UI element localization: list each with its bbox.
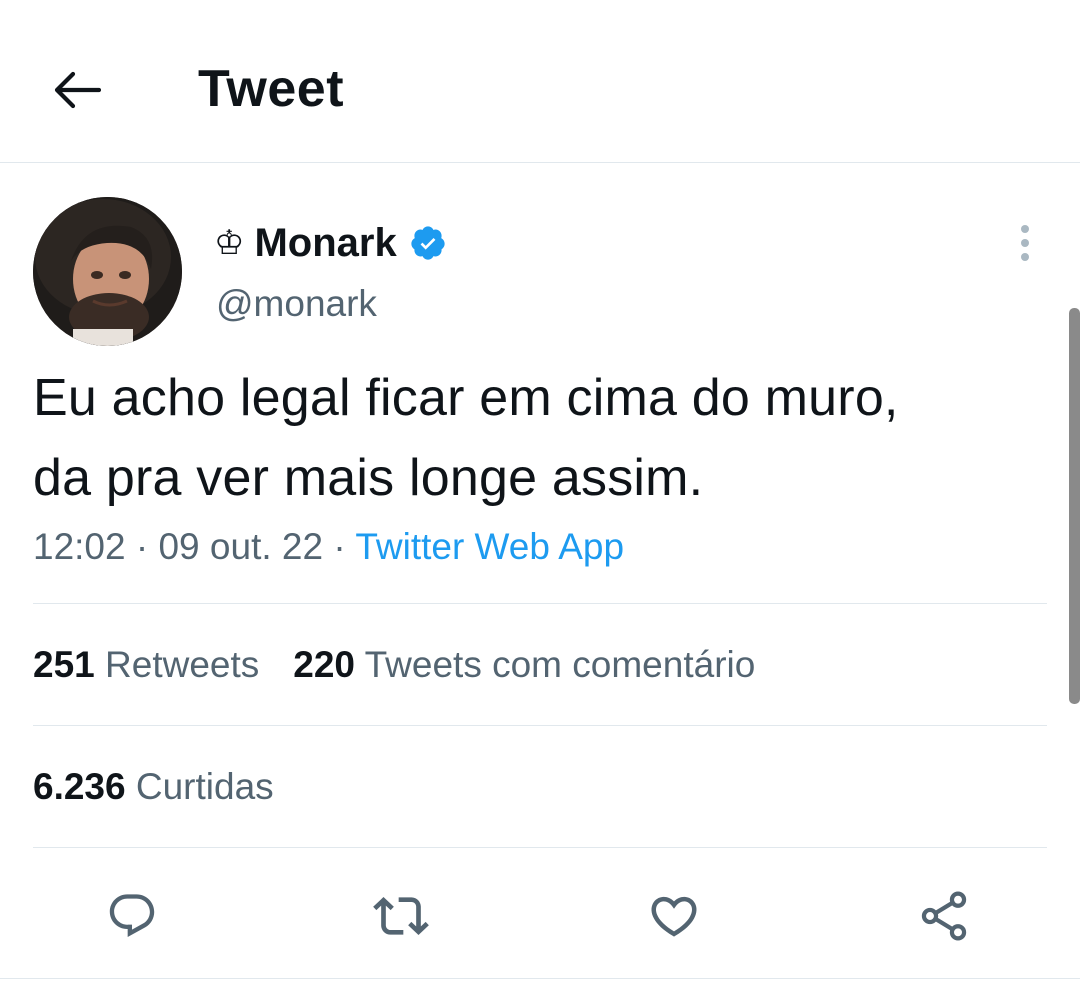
engagement-stats: 251 Retweets 220 Tweets com comentário (33, 640, 755, 690)
share-icon (921, 891, 967, 941)
tweet-text-line: da pra ver mais longe assim. (33, 449, 704, 507)
likes-count: 6.236 (33, 766, 126, 807)
tweet-metadata: 12:02 · 09 out. 22 · Twitter Web App (33, 522, 624, 572)
reply-icon (109, 894, 155, 938)
like-button[interactable] (644, 886, 704, 946)
divider (33, 603, 1047, 604)
share-button[interactable] (914, 886, 974, 946)
divider (33, 725, 1047, 726)
top-bar: Tweet (0, 0, 1080, 163)
tweet-text-line: Eu acho legal ficar em cima do muro, (33, 369, 899, 427)
action-bar (0, 870, 1080, 960)
more-dot-icon (1021, 253, 1029, 261)
likes-stat[interactable]: 6.236 Curtidas (33, 762, 274, 812)
tweet-detail-page: Tweet ♔ Monark @monark Eu acho legal fic… (0, 0, 1080, 986)
likes-label: Curtidas (135, 766, 274, 807)
meta-separator: · (135, 526, 149, 567)
quotes-stat[interactable]: 220 Tweets com comentário (293, 640, 755, 690)
more-dot-icon (1021, 225, 1029, 233)
author-handle[interactable]: @monark (216, 282, 377, 326)
scrollbar[interactable] (1069, 308, 1080, 704)
retweet-icon (373, 897, 429, 935)
tweet-source-link[interactable]: Twitter Web App (355, 526, 624, 567)
author-display-name[interactable]: Monark (254, 218, 396, 268)
back-button[interactable] (44, 60, 110, 120)
retweets-stat[interactable]: 251 Retweets (33, 640, 259, 690)
tweet-date[interactable]: 09 out. 22 (158, 526, 323, 567)
arrow-left-icon (54, 71, 101, 109)
quotes-count: 220 (293, 644, 355, 685)
tweet-text: Eu acho legal ficar em cima do muro, da … (33, 358, 1043, 518)
retweets-label: Retweets (105, 644, 260, 685)
more-dot-icon (1021, 239, 1029, 247)
likes-stats: 6.236 Curtidas (33, 762, 274, 812)
quotes-label: Tweets com comentário (364, 644, 756, 685)
more-options-button[interactable] (1005, 218, 1045, 268)
page-title: Tweet (198, 60, 345, 118)
author-name-row[interactable]: ♔ Monark (214, 218, 447, 268)
tweet-time[interactable]: 12:02 (33, 526, 126, 567)
retweets-count: 251 (33, 644, 95, 685)
crown-emoji: ♔ (214, 224, 245, 262)
avatar[interactable] (33, 197, 182, 346)
retweet-button[interactable] (371, 886, 431, 946)
divider (0, 978, 1080, 979)
avatar-image (33, 197, 182, 346)
verified-badge-icon (411, 226, 445, 260)
meta-separator: · (333, 526, 346, 567)
reply-button[interactable] (102, 886, 162, 946)
heart-icon (651, 896, 697, 937)
divider (33, 847, 1047, 848)
